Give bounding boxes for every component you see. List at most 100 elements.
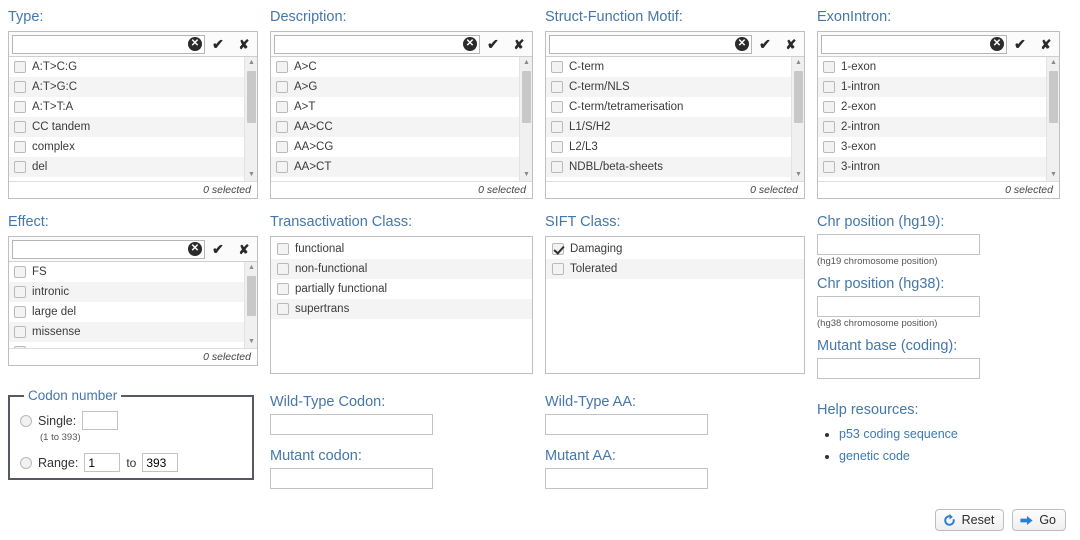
checkbox-icon[interactable] — [823, 81, 835, 93]
radio-codon-single[interactable] — [20, 415, 32, 427]
checkbox-icon[interactable] — [276, 101, 288, 113]
checkbox-icon[interactable] — [823, 121, 835, 133]
checkbox-icon[interactable] — [823, 161, 835, 173]
checkbox-icon[interactable] — [276, 161, 288, 173]
multiselect-struct-function-motif[interactable]: ✕ ✔ ✘ C-term C-term/NLS C-term/tetrameri… — [545, 31, 805, 199]
checkbox-icon[interactable] — [277, 283, 289, 295]
search-input-exon-intron[interactable] — [821, 35, 1007, 54]
check-icon[interactable]: ✔ — [480, 32, 506, 57]
scroll-down-icon[interactable]: ▼ — [520, 169, 532, 181]
checkbox-icon[interactable] — [14, 101, 26, 113]
list-item[interactable]: C-term — [546, 57, 791, 77]
list-item[interactable]: nonsense — [9, 342, 244, 348]
scrollbar-vertical[interactable]: ▲ ▼ — [1046, 57, 1059, 181]
scrollbar-thumb[interactable] — [247, 71, 256, 123]
search-input-struct-function-motif[interactable] — [549, 35, 752, 54]
checkbox-icon[interactable] — [551, 101, 563, 113]
mutant-base-input[interactable] — [817, 358, 980, 379]
list-item[interactable]: 4-exon — [818, 177, 1046, 181]
checkbox-icon[interactable] — [14, 346, 26, 348]
list-item[interactable]: FS — [9, 262, 244, 282]
list-item[interactable]: 2-intron — [818, 117, 1046, 137]
clear-circle-icon[interactable]: ✕ — [188, 242, 202, 256]
list-item[interactable]: A:T>G:C — [9, 77, 244, 97]
scroll-up-icon[interactable]: ▲ — [245, 262, 257, 274]
list-item[interactable]: L2/L3 — [546, 137, 791, 157]
clear-circle-icon[interactable]: ✕ — [735, 37, 749, 51]
codon-range-to-input[interactable] — [142, 453, 178, 472]
scrollbar-vertical[interactable]: ▲ ▼ — [244, 57, 257, 181]
chr-position-hg38-input[interactable] — [817, 296, 980, 317]
checkbox-icon[interactable] — [14, 81, 26, 93]
wild-type-aa-input[interactable] — [545, 414, 708, 435]
wild-type-codon-input[interactable] — [270, 414, 433, 435]
codon-single-input[interactable] — [82, 411, 118, 430]
list-item[interactable]: large del — [9, 302, 244, 322]
option-list-struct-function-motif[interactable]: C-term C-term/NLS C-term/tetramerisation… — [546, 57, 804, 181]
list-item[interactable]: 2-exon — [818, 97, 1046, 117]
scroll-up-icon[interactable]: ▲ — [520, 57, 532, 69]
list-item[interactable]: C-term/tetramerisation — [546, 97, 791, 117]
scroll-down-icon[interactable]: ▼ — [245, 336, 257, 348]
go-button[interactable]: Go — [1012, 509, 1066, 531]
list-item[interactable]: delins — [9, 177, 244, 181]
option-list-sift[interactable]: Damaging Tolerated — [545, 236, 805, 374]
list-item[interactable]: Damaging — [546, 239, 804, 259]
checkbox-icon[interactable] — [551, 61, 563, 73]
checkbox-icon[interactable] — [551, 141, 563, 153]
scroll-up-icon[interactable]: ▲ — [792, 57, 804, 69]
codon-single-row[interactable]: Single: — [20, 411, 242, 430]
list-item[interactable]: A>G — [271, 77, 519, 97]
checkbox-icon[interactable] — [14, 121, 26, 133]
multiselect-effect[interactable]: ✕ ✔ ✘ FS intronic large del missense non… — [8, 236, 258, 366]
list-item[interactable]: 3-intron — [818, 157, 1046, 177]
link-genetic-code[interactable]: genetic code — [839, 449, 910, 463]
codon-range-row[interactable]: Range: to — [20, 453, 242, 472]
clear-circle-icon[interactable]: ✕ — [188, 37, 202, 51]
radio-codon-range[interactable] — [20, 457, 32, 469]
scrollbar-vertical[interactable]: ▲ ▼ — [519, 57, 532, 181]
list-item[interactable]: A>T — [271, 97, 519, 117]
checkbox-icon[interactable] — [276, 61, 288, 73]
check-icon[interactable]: ✔ — [205, 32, 231, 57]
list-item[interactable]: NDBL/loop — [546, 177, 791, 181]
mutant-aa-input[interactable] — [545, 468, 708, 489]
clear-circle-icon[interactable]: ✕ — [990, 37, 1004, 51]
check-icon[interactable]: ✔ — [205, 237, 231, 262]
list-item[interactable]: AA>CC — [271, 117, 519, 137]
cross-icon[interactable]: ✘ — [1033, 32, 1059, 57]
checkbox-icon[interactable] — [823, 101, 835, 113]
list-item[interactable]: functional — [271, 239, 532, 259]
checkbox-icon[interactable] — [551, 121, 563, 133]
checkbox-icon[interactable] — [552, 263, 564, 275]
check-icon[interactable]: ✔ — [1007, 32, 1033, 57]
checkbox-icon[interactable] — [551, 81, 563, 93]
list-item[interactable]: 3-exon — [818, 137, 1046, 157]
list-item[interactable]: Tolerated — [546, 259, 804, 279]
list-item[interactable]: complex — [9, 137, 244, 157]
multiselect-description[interactable]: ✕ ✔ ✘ A>C A>G A>T AA>CC AA>CG AA>CT AA>G… — [270, 31, 533, 199]
checkbox-icon[interactable] — [277, 243, 289, 255]
clear-circle-icon[interactable]: ✕ — [463, 37, 477, 51]
link-p53-coding-sequence[interactable]: p53 coding sequence — [839, 427, 958, 441]
checkbox-icon[interactable] — [823, 141, 835, 153]
scrollbar-thumb[interactable] — [794, 71, 803, 123]
checkbox-icon[interactable] — [276, 121, 288, 133]
codon-range-from-input[interactable] — [84, 453, 120, 472]
scrollbar-vertical[interactable]: ▲ ▼ — [791, 57, 804, 181]
multiselect-exon-intron[interactable]: ✕ ✔ ✘ 1-exon 1-intron 2-exon 2-intron 3-… — [817, 31, 1060, 199]
list-item[interactable]: A:T>T:A — [9, 97, 244, 117]
list-item[interactable]: L1/S/H2 — [546, 117, 791, 137]
scroll-down-icon[interactable]: ▼ — [1047, 169, 1059, 181]
list-item[interactable]: AA>GC — [271, 177, 519, 181]
search-input-description[interactable] — [274, 35, 480, 54]
checkbox-icon[interactable] — [14, 61, 26, 73]
checkbox-icon[interactable] — [14, 141, 26, 153]
checkbox-icon[interactable] — [277, 263, 289, 275]
scrollbar-thumb[interactable] — [247, 276, 256, 316]
list-item[interactable]: non-functional — [271, 259, 532, 279]
list-item[interactable]: A>C — [271, 57, 519, 77]
option-list-effect[interactable]: FS intronic large del missense nonsense … — [9, 262, 257, 348]
list-item[interactable]: partially functional — [271, 279, 532, 299]
list-item[interactable]: supertrans — [271, 299, 532, 319]
